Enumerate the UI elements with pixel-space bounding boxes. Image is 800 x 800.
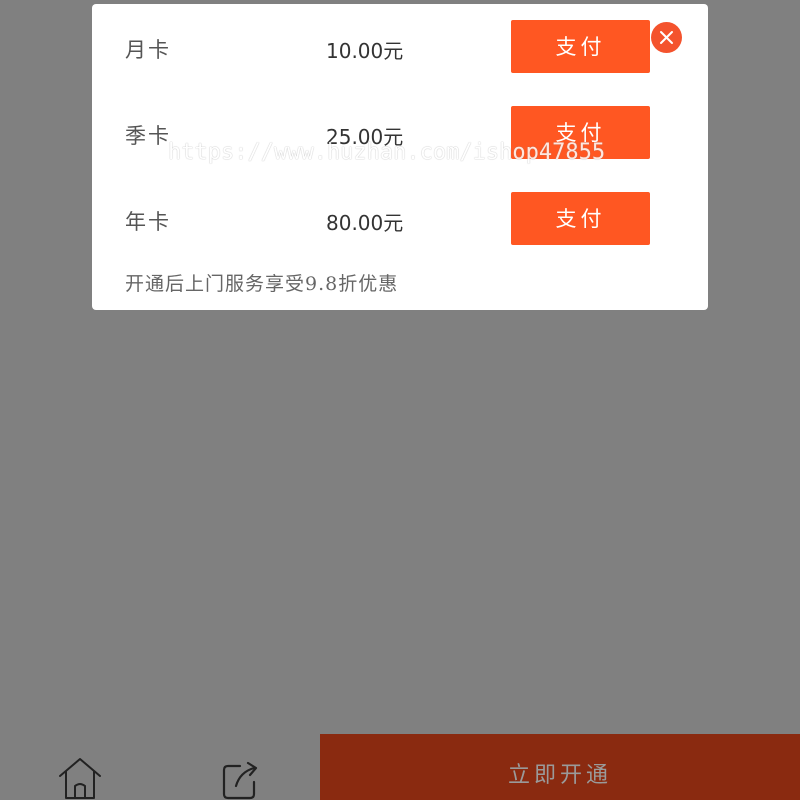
share-icon [222, 761, 258, 800]
pay-button-month[interactable]: 支付 [511, 20, 650, 73]
home-button[interactable] [56, 754, 104, 800]
close-icon [660, 31, 673, 44]
bottom-bar: 立即开通 [0, 734, 800, 800]
option-price: 25.00元 [326, 125, 404, 149]
option-row-year: 年卡 80.00元 支付 [92, 192, 708, 246]
option-name: 季卡 [125, 124, 171, 148]
option-row-quarter: 季卡 25.00元 支付 [92, 106, 708, 160]
option-row-month: 月卡 10.00元 支付 [92, 20, 708, 74]
share-button[interactable] [218, 756, 262, 800]
open-now-button[interactable]: 立即开通 [320, 734, 800, 800]
pay-button-year[interactable]: 支付 [511, 192, 650, 245]
close-button[interactable] [651, 22, 682, 53]
option-name: 年卡 [125, 210, 171, 234]
membership-modal: 月卡 10.00元 支付 季卡 25.00元 支付 年卡 80.00元 支付 开… [92, 4, 708, 310]
discount-note: 开通后上门服务享受9.8折优惠 [125, 273, 399, 295]
option-price: 80.00元 [326, 211, 404, 235]
option-price: 10.00元 [326, 39, 404, 63]
pay-button-quarter[interactable]: 支付 [511, 106, 650, 159]
home-icon [59, 758, 101, 799]
option-name: 月卡 [125, 38, 171, 62]
